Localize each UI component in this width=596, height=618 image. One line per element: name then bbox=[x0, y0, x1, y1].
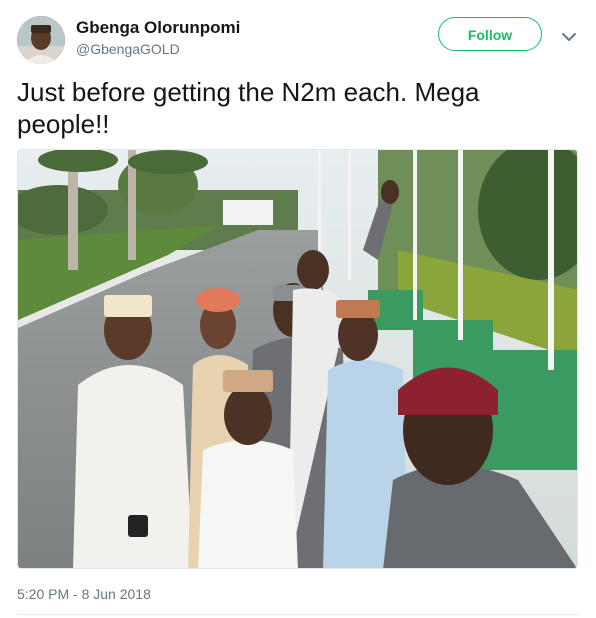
tweet-card: Gbenga Olorunpomi @GbengaGOLD Follow Jus… bbox=[0, 0, 596, 618]
avatar[interactable] bbox=[17, 16, 65, 64]
tweet-photo[interactable] bbox=[17, 149, 578, 569]
tweet-text: Just before getting the N2m each. Mega p… bbox=[17, 77, 480, 139]
user-handle[interactable]: @GbengaGOLD bbox=[76, 40, 180, 58]
tweet-timestamp[interactable]: 5:20 PM - 8 Jun 2018 bbox=[17, 585, 151, 603]
chevron-down-icon[interactable] bbox=[560, 28, 578, 46]
display-name[interactable]: Gbenga Olorunpomi bbox=[76, 18, 240, 38]
follow-button[interactable]: Follow bbox=[438, 17, 542, 51]
divider bbox=[17, 614, 578, 615]
